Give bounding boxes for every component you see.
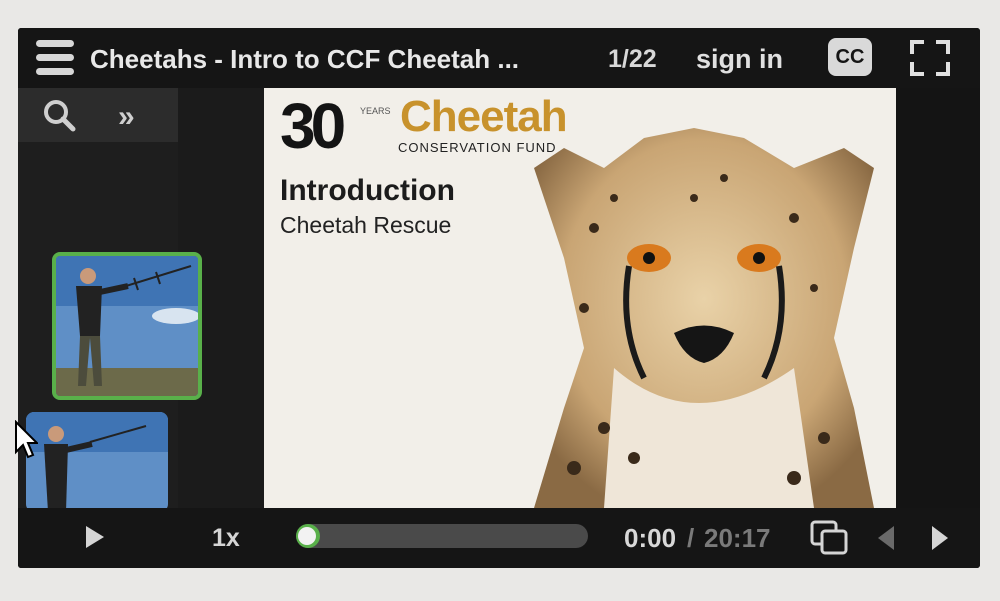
slide-thumb-1[interactable] — [52, 252, 202, 400]
current-time: 0:00 — [624, 523, 677, 553]
right-margin — [896, 88, 980, 508]
slide-counter: 1/22 — [608, 45, 657, 73]
mouse-cursor-icon — [15, 420, 38, 459]
hamburger-icon[interactable] — [36, 38, 74, 78]
play-icon[interactable] — [86, 526, 104, 548]
cheetah-photo — [534, 128, 874, 508]
layout-toggle-icon[interactable] — [810, 520, 850, 556]
previous-slide-icon[interactable] — [878, 526, 894, 550]
total-time: 20:17 — [704, 523, 771, 553]
video-player: Cheetahs - Intro to CCF Cheetah ... 1/22… — [18, 28, 980, 568]
sidebar-toolbar: » — [18, 88, 178, 142]
fullscreen-icon[interactable] — [910, 40, 950, 76]
sign-in-link[interactable]: sign in — [696, 44, 783, 75]
current-slide[interactable]: 30 YEARS Cheetah CONSERVATION FUND Intro… — [264, 88, 896, 508]
logo-years: YEARS — [360, 106, 391, 116]
playback-speed[interactable]: 1x — [212, 524, 240, 553]
presentation-title: Cheetahs - Intro to CCF Cheetah ... — [90, 44, 520, 74]
control-bar: 1x 0:00 / 20:17 — [18, 508, 980, 568]
slide-sidebar: » — [18, 88, 264, 512]
slide-thumb-2[interactable] — [26, 412, 168, 512]
logo-number: 30 — [280, 90, 346, 162]
top-bar: Cheetahs - Intro to CCF Cheetah ... 1/22… — [18, 28, 980, 88]
time-separator: / — [687, 523, 695, 553]
expand-sidebar-icon[interactable]: » — [118, 100, 135, 134]
thumbnail-strip — [18, 142, 202, 512]
next-slide-icon[interactable] — [932, 526, 948, 550]
progress-bar[interactable] — [296, 524, 588, 548]
slide-heading: Introduction — [280, 174, 455, 207]
closed-captions-button[interactable]: CC — [828, 38, 872, 76]
slide-subheading: Cheetah Rescue — [280, 212, 452, 238]
progress-knob[interactable] — [298, 527, 316, 545]
search-icon[interactable] — [42, 98, 76, 132]
